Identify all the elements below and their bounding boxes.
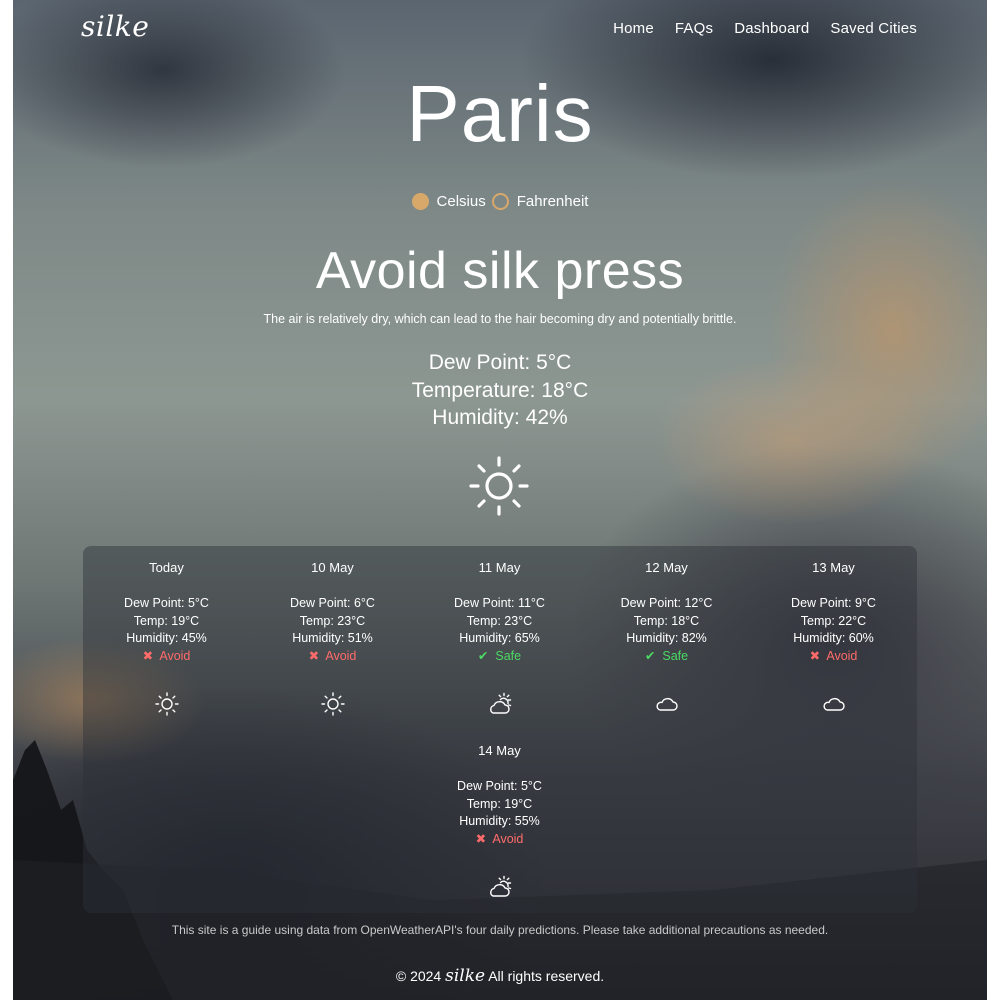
forecast-humidity: Humidity: 60% bbox=[793, 631, 874, 645]
forecast-day: 10 May Dew Point: 6°C Temp: 23°C Humidit… bbox=[249, 546, 416, 717]
x-icon: ✖ bbox=[475, 831, 487, 846]
current-humidity: Humidity: 42% bbox=[432, 406, 568, 429]
sun-icon bbox=[320, 692, 345, 716]
nav-link-saved-cities[interactable]: Saved Cities bbox=[830, 20, 917, 37]
forecast-date: 12 May bbox=[645, 560, 688, 575]
nav-link-home[interactable]: Home bbox=[613, 20, 654, 37]
forecast-humidity: Humidity: 45% bbox=[126, 631, 207, 645]
forecast-status: ✔ Safe bbox=[644, 648, 689, 663]
disclaimer: This site is a guide using data from Ope… bbox=[171, 923, 829, 937]
forecast-humidity: Humidity: 55% bbox=[459, 814, 540, 828]
footer-copyright: © 2024 bbox=[395, 968, 442, 984]
forecast-date: 13 May bbox=[812, 560, 855, 575]
forecast-temp: Temp: 23°C bbox=[299, 613, 366, 628]
logo[interactable]: silke bbox=[81, 10, 149, 43]
forecast-day: 12 May Dew Point: 12°C Temp: 18°C Humidi… bbox=[583, 546, 750, 717]
x-icon: ✖ bbox=[809, 648, 821, 663]
unit-toggle: Celsius Fahrenheit bbox=[13, 193, 987, 210]
celsius-radio[interactable] bbox=[411, 193, 429, 210]
current-dew-point: Dew Point: 5°C bbox=[428, 351, 572, 374]
city-name: Paris bbox=[406, 69, 594, 158]
forecast-dew-point: Dew Point: 5°C bbox=[457, 779, 542, 793]
x-icon: ✖ bbox=[142, 648, 154, 663]
forecast-day: 11 May Dew Point: 11°C Temp: 23°C Humidi… bbox=[416, 546, 583, 717]
forecast-humidity: Humidity: 65% bbox=[459, 631, 540, 645]
forecast-humidity: Humidity: 82% bbox=[626, 631, 707, 645]
background-photo: silke Home FAQs Dashboard Saved Cities P… bbox=[13, 0, 987, 1000]
forecast-panel: Today Dew Point: 5°C Temp: 19°C Humidity… bbox=[83, 546, 917, 913]
footer-rights: All rights reserved. bbox=[488, 968, 605, 984]
check-icon: ✔ bbox=[477, 648, 489, 663]
footer: © 2024 silke All rights reserved. bbox=[13, 966, 987, 986]
forecast-dew-point: Dew Point: 9°C bbox=[791, 596, 876, 610]
cloud-icon bbox=[822, 697, 845, 711]
forecast-date: 14 May bbox=[478, 743, 521, 758]
forecast-temp: Temp: 18°C bbox=[633, 613, 700, 628]
cloud-icon bbox=[655, 697, 678, 711]
current-stats: Dew Point: 5°C Temperature: 18°C Humidit… bbox=[13, 349, 987, 432]
forecast-day: Today Dew Point: 5°C Temp: 19°C Humidity… bbox=[83, 546, 250, 717]
forecast-dew-point: Dew Point: 6°C bbox=[290, 596, 375, 610]
current-temperature: Temperature: 18°C bbox=[411, 378, 589, 402]
check-icon: ✔ bbox=[644, 648, 656, 663]
forecast-day: 14 May Dew Point: 5°C Temp: 19°C Humidit… bbox=[416, 729, 583, 900]
forecast-status: ✖ Avoid bbox=[475, 831, 524, 846]
forecast-date: 11 May bbox=[478, 560, 521, 575]
unit-fahrenheit[interactable]: Fahrenheit bbox=[491, 193, 589, 210]
forecast-status: ✔ Safe bbox=[477, 648, 522, 663]
unit-celsius[interactable]: Celsius bbox=[411, 193, 486, 210]
verdict-description: The air is relatively dry, which can lea… bbox=[263, 312, 737, 326]
fahrenheit-radio[interactable] bbox=[491, 193, 509, 210]
forecast-temp: Temp: 19°C bbox=[466, 796, 533, 811]
nav-link-dashboard[interactable]: Dashboard bbox=[734, 20, 809, 37]
forecast-dew-point: Dew Point: 5°C bbox=[124, 596, 209, 610]
fahrenheit-label: Fahrenheit bbox=[516, 193, 589, 210]
forecast-temp: Temp: 22°C bbox=[800, 613, 867, 628]
partly-cloudy-icon bbox=[489, 692, 511, 714]
forecast-humidity: Humidity: 51% bbox=[292, 631, 373, 645]
forecast-date: 10 May bbox=[311, 560, 354, 575]
forecast-day: 13 May Dew Point: 9°C Temp: 22°C Humidit… bbox=[750, 546, 917, 717]
partly-cloudy-icon bbox=[489, 875, 511, 897]
footer-brand: silke bbox=[445, 966, 486, 986]
nav-link-faqs[interactable]: FAQs bbox=[675, 20, 713, 37]
sun-icon bbox=[154, 692, 179, 716]
nav-links: Home FAQs Dashboard Saved Cities bbox=[613, 20, 917, 37]
forecast-dew-point: Dew Point: 11°C bbox=[454, 596, 545, 610]
verdict-heading: Avoid silk press bbox=[315, 242, 685, 300]
celsius-label: Celsius bbox=[436, 193, 486, 210]
forecast-date: Today bbox=[149, 560, 184, 575]
forecast-temp: Temp: 23°C bbox=[466, 613, 533, 628]
forecast-status: ✖ Avoid bbox=[142, 648, 191, 663]
sun-icon bbox=[469, 456, 529, 516]
top-nav: silke Home FAQs Dashboard Saved Cities bbox=[13, 0, 987, 60]
forecast-status: ✖ Avoid bbox=[809, 648, 858, 663]
forecast-dew-point: Dew Point: 12°C bbox=[620, 596, 713, 610]
x-icon: ✖ bbox=[308, 648, 320, 663]
forecast-status: ✖ Avoid bbox=[308, 648, 357, 663]
forecast-temp: Temp: 19°C bbox=[133, 613, 200, 628]
